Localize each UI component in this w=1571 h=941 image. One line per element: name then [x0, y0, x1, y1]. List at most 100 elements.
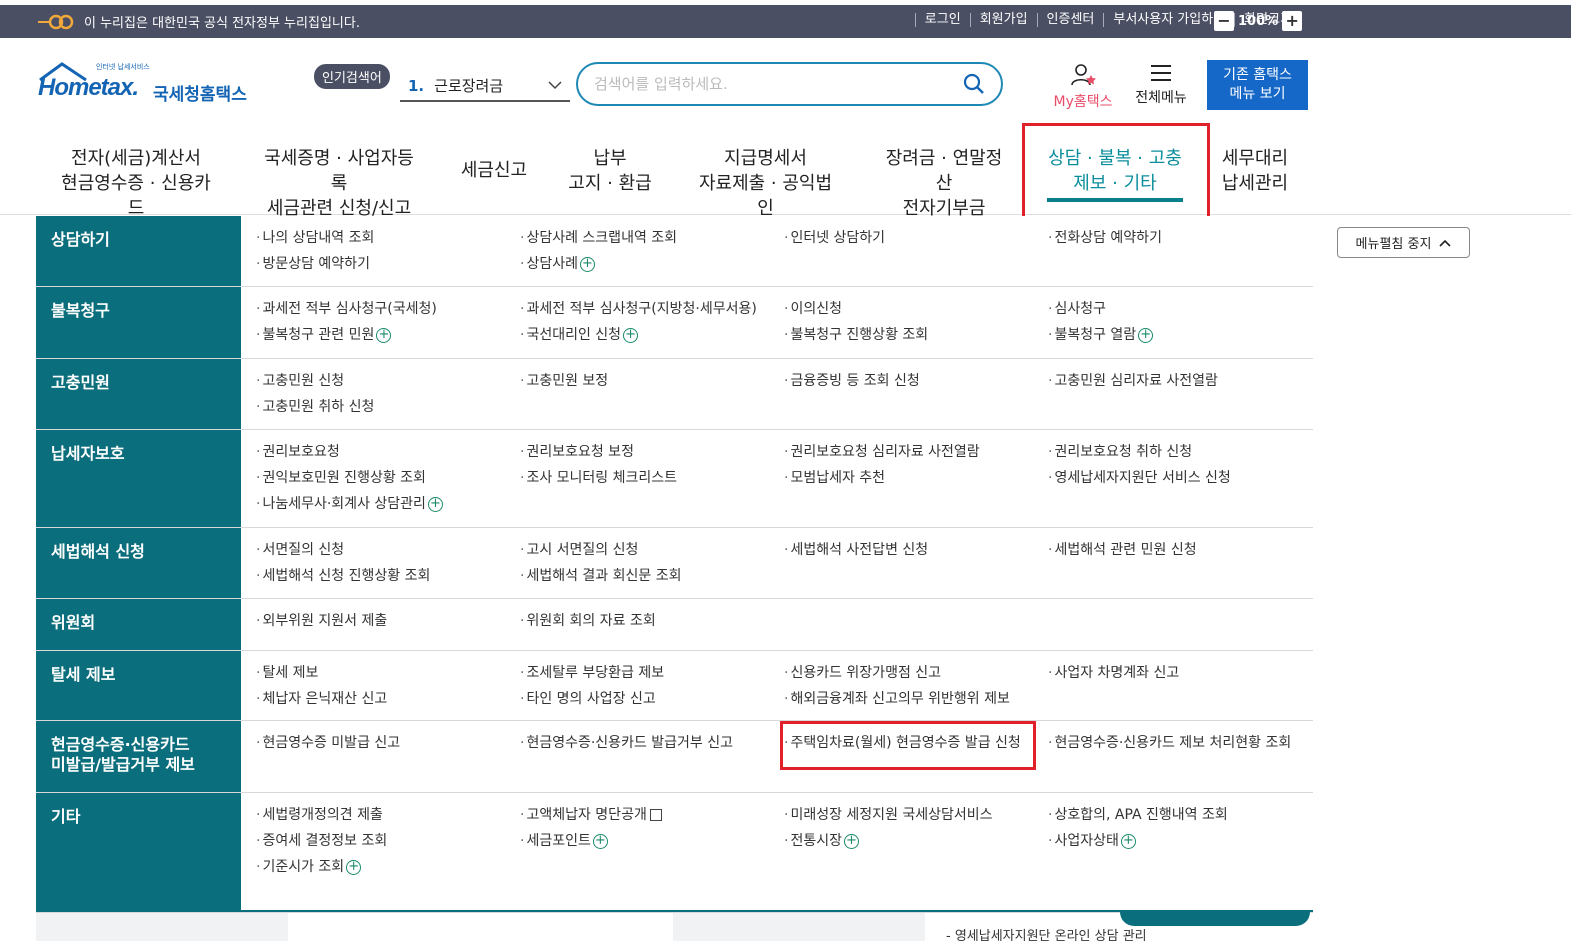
menu-link[interactable]: · 세법해석 결과 회신문 조회 — [520, 567, 681, 585]
menu-link[interactable]: · 상담사례 + — [520, 255, 595, 273]
menu-link[interactable]: · 위원회 회의 자료 조회 — [520, 612, 656, 630]
menu-category[interactable]: 위원회 — [51, 613, 236, 633]
menu-link[interactable]: · 심사청구 — [1048, 300, 1106, 318]
menu-link[interactable]: · 인터넷 상담하기 — [784, 229, 885, 247]
zoom-in-button[interactable]: + — [1282, 11, 1303, 31]
menu-link[interactable]: · 모범납세자 추천 — [784, 469, 885, 487]
menu-link[interactable]: · 증여세 결정정보 조회 — [256, 832, 387, 850]
menu-link[interactable]: · 고충민원 신청 — [256, 372, 344, 390]
menu-link[interactable]: · 외부위원 지원서 제출 — [256, 612, 387, 630]
menu-link[interactable]: · 전통시장 + — [784, 832, 859, 850]
menu-link[interactable]: · 금융증빙 등 조회 신청 — [784, 372, 920, 390]
gov-link[interactable]: 인증센터 — [1036, 13, 1104, 27]
menu-link[interactable]: · 고시 서면질의 신청 — [520, 541, 638, 559]
search-icon[interactable] — [963, 73, 985, 95]
menu-link[interactable]: · 불복청구 진행상황 조회 — [784, 326, 928, 344]
nav-item-agent[interactable]: 세무대리 납세관리 — [1218, 146, 1292, 196]
expand-plus-icon[interactable]: + — [1138, 327, 1154, 343]
menu-category[interactable]: 기타 — [51, 807, 236, 827]
search-bar[interactable] — [576, 62, 1003, 106]
expand-plus-icon[interactable]: + — [376, 327, 392, 343]
menu-link[interactable]: · 권익보호민원 진행상황 조회 — [256, 469, 426, 487]
hometax-logo[interactable]: 인터넷 납세서비스 Hometax. 국세청홈택스 — [36, 60, 256, 106]
menu-link[interactable]: · 고충민원 보정 — [520, 372, 608, 390]
menu-link[interactable]: · 방문상담 예약하기 — [256, 255, 370, 273]
menu-link[interactable]: · 사업자 차명계좌 신고 — [1048, 664, 1179, 682]
nav-item-certificate[interactable]: 국세증명 · 사업자등록 세금관련 신청/신고 — [256, 146, 422, 221]
menu-link[interactable]: · 사업자상태 + — [1048, 832, 1136, 850]
popular-search-select[interactable]: 1. 근로장려금 — [400, 70, 570, 102]
search-input[interactable] — [594, 75, 963, 93]
menu-link[interactable]: · 해외금융계좌 신고의무 위반행위 제보 — [784, 690, 1010, 708]
menu-link[interactable]: · 영세납세자지원단 서비스 신청 — [1048, 469, 1231, 487]
zoom-out-button[interactable]: − — [1214, 11, 1234, 31]
expand-plus-icon[interactable]: + — [1120, 833, 1136, 849]
nav-item-payment[interactable]: 납부 고지 · 환급 — [566, 146, 654, 196]
menu-category[interactable]: 상담하기 — [51, 230, 236, 250]
menu-link[interactable]: · 고충민원 취하 신청 — [256, 398, 374, 416]
expand-plus-icon[interactable]: + — [346, 859, 362, 875]
menu-link[interactable]: · 세법령개정의견 제출 — [256, 806, 383, 824]
menu-link[interactable]: · 조사 모니터링 체크리스트 — [520, 469, 677, 487]
menu-link[interactable]: · 미래성장 세정지원 국세상담서비스 — [784, 806, 993, 824]
menu-link[interactable]: · 국선대리인 신청 + — [520, 326, 639, 344]
menu-category[interactable]: 고충민원 — [51, 373, 236, 393]
menu-link[interactable]: · 세법해석 신청 진행상황 조회 — [256, 567, 430, 585]
old-menu-button[interactable]: 기존 홈택스 메뉴 보기 — [1207, 60, 1308, 110]
bullet-icon: · — [520, 301, 525, 317]
my-hometax-button[interactable]: My홈택스 — [1048, 63, 1118, 111]
menu-link[interactable]: · 신용카드 위장가맹점 신고 — [784, 664, 941, 682]
menu-link[interactable]: · 상호합의, APA 진행내역 조회 — [1048, 806, 1228, 824]
main-nav: 전자(세금)계산서 현금영수증 · 신용카드 국세증명 · 사업자등록 세금관련 신… — [0, 123, 1571, 219]
chevron-up-icon — [1439, 239, 1452, 247]
menu-link[interactable]: · 현금영수증·신용카드 제보 처리현황 조회 — [1048, 734, 1291, 752]
menu-link[interactable]: · 탈세 제보 — [256, 664, 318, 682]
all-menu-button[interactable]: 전체메뉴 — [1130, 63, 1192, 107]
bottom-link[interactable]: - 영세납세자지원단 온라인 상담 관리 — [946, 925, 1147, 941]
menu-link[interactable]: · 조세탈루 부당환급 제보 — [520, 664, 664, 682]
menu-category[interactable]: 세법해석 신청 — [51, 542, 236, 562]
menu-link[interactable]: · 나눔세무사·회계사 상담관리 + — [256, 495, 443, 513]
menu-link[interactable]: · 전화상담 예약하기 — [1048, 229, 1162, 247]
gov-link[interactable]: 회원가입 — [969, 13, 1037, 27]
expand-plus-icon[interactable]: + — [579, 256, 595, 272]
menu-link[interactable]: · 권리보호요청 — [256, 443, 340, 461]
nav-item-einvoice[interactable]: 전자(세금)계산서 현금영수증 · 신용카드 — [57, 146, 215, 221]
menu-category[interactable]: 탈세 제보 — [51, 665, 236, 685]
expand-plus-icon[interactable]: + — [843, 833, 859, 849]
menu-category[interactable]: 현금영수증·신용카드 미발급/발급거부 제보 — [51, 735, 236, 775]
gov-link[interactable]: 로그인 — [914, 13, 970, 27]
menu-link[interactable]: · 과세전 적부 심사청구(지방청·세무서용) — [520, 300, 757, 318]
menu-link[interactable]: · 세법해석 관련 민원 신청 — [1048, 541, 1197, 559]
menu-link[interactable]: · 현금영수증·신용카드 발급거부 신고 — [520, 734, 733, 752]
menu-link[interactable]: · 현금영수증 미발급 신고 — [256, 734, 400, 752]
expand-plus-icon[interactable]: + — [623, 327, 639, 343]
menu-link[interactable]: · 고충민원 심리자료 사전열람 — [1048, 372, 1218, 390]
nav-item-statement[interactable]: 지급명세서 자료제출 · 공익법인 — [693, 146, 838, 221]
expand-plus-icon[interactable]: + — [592, 833, 608, 849]
menu-link[interactable]: · 이의신청 — [784, 300, 842, 318]
menu-link[interactable]: · 불복청구 열람 + — [1048, 326, 1154, 344]
expand-plus-icon[interactable]: + — [427, 496, 443, 512]
menu-link[interactable]: · 기준시가 조회 + — [256, 858, 362, 876]
menu-category[interactable]: 납세자보호 — [51, 444, 236, 464]
collapse-menu-button[interactable]: 메뉴펼침 중지 — [1337, 227, 1470, 258]
menu-link[interactable]: · 고액체납자 명단공개 — [520, 806, 662, 824]
menu-link[interactable]: · 권리보호요청 심리자료 사전열람 — [784, 443, 980, 461]
menu-link[interactable]: · 권리보호요청 취하 신청 — [1048, 443, 1192, 461]
menu-link-label: 불복청구 관련 민원 — [262, 327, 375, 343]
nav-item-incentive[interactable]: 장려금 · 연말정산 전자기부금 — [878, 146, 1010, 221]
menu-link[interactable]: · 상담사례 스크랩내역 조회 — [520, 229, 677, 247]
menu-link[interactable]: · 세법해석 사전답변 신청 — [784, 541, 928, 559]
menu-link[interactable]: · 체납자 은닉재산 신고 — [256, 690, 387, 708]
menu-category[interactable]: 불복청구 — [51, 301, 236, 321]
menu-link[interactable]: · 권리보호요청 보정 — [520, 443, 634, 461]
menu-link[interactable]: · 과세전 적부 심사청구(국세청) — [256, 300, 437, 318]
menu-link[interactable]: · 서면질의 신청 — [256, 541, 344, 559]
menu-link[interactable]: · 세금포인트 + — [520, 832, 608, 850]
menu-link[interactable]: · 타인 명의 사업장 신고 — [520, 690, 656, 708]
menu-link[interactable]: · 불복청구 관련 민원 + — [256, 326, 392, 344]
chatbot-widget[interactable] — [1120, 912, 1310, 926]
menu-link[interactable]: · 나의 상담내역 조회 — [256, 229, 374, 247]
nav-item-tax-report[interactable]: 세금신고 — [458, 158, 530, 183]
